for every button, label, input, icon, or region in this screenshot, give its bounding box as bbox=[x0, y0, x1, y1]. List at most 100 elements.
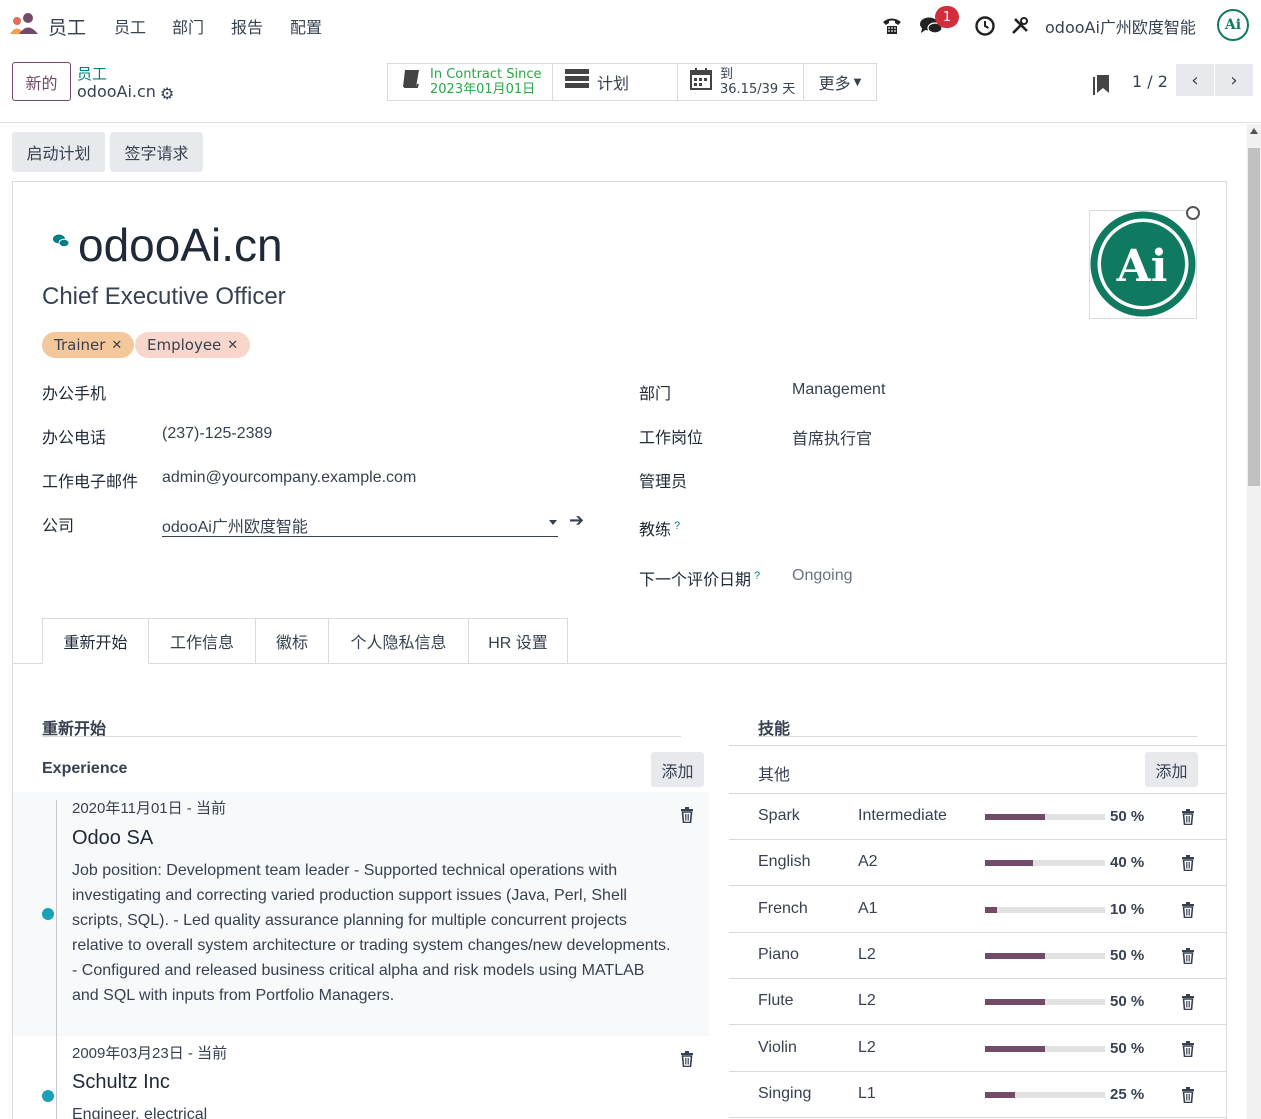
breadcrumb-parent[interactable]: 员工 bbox=[77, 63, 107, 84]
tag-trainer: Trainer ✕ bbox=[42, 332, 135, 358]
trash-icon[interactable] bbox=[1181, 994, 1195, 1010]
skill-name: Spark bbox=[758, 807, 800, 824]
caret-down-icon: ▼ bbox=[853, 76, 862, 88]
trash-icon[interactable] bbox=[1181, 855, 1195, 871]
gear-icon[interactable]: ⚙ bbox=[160, 84, 174, 103]
coach-label: 教练? bbox=[639, 519, 681, 539]
tab-badges[interactable]: 徽标 bbox=[255, 618, 329, 664]
help-icon[interactable]: ? bbox=[754, 570, 760, 582]
skill-row[interactable]: Piano L2 50 % bbox=[729, 933, 1226, 979]
company-switcher[interactable]: odooAi广州欧度智能 bbox=[1045, 14, 1196, 38]
tag-label: Employee bbox=[147, 336, 222, 354]
menu-reports[interactable]: 报告 bbox=[231, 14, 263, 38]
scrollbar-thumb[interactable] bbox=[1248, 148, 1260, 486]
work-email-value[interactable]: admin@yourcompany.example.com bbox=[162, 469, 416, 487]
company-select[interactable]: odooAi广州欧度智能 bbox=[162, 512, 558, 537]
job-position-value[interactable]: 首席执行官 bbox=[792, 425, 872, 449]
employees-app-icon[interactable] bbox=[8, 12, 40, 36]
job-title[interactable]: Chief Executive Officer bbox=[42, 283, 286, 311]
skill-progress-percent: 40 % bbox=[1110, 854, 1145, 871]
skill-row[interactable]: Violin L2 50 % bbox=[729, 1026, 1226, 1072]
skill-level: L2 bbox=[858, 946, 876, 963]
work-phone-value[interactable]: (237)-125-2389 bbox=[162, 425, 272, 443]
trash-icon[interactable] bbox=[1181, 948, 1195, 964]
skill-progress-bar bbox=[985, 907, 1105, 913]
pager-previous-button[interactable]: ‹ bbox=[1176, 64, 1214, 96]
skill-name: Piano bbox=[758, 946, 799, 963]
skill-progress-fill bbox=[985, 999, 1045, 1005]
company-label: 公司 bbox=[42, 518, 75, 535]
skill-name: English bbox=[758, 853, 811, 870]
app-name[interactable]: 员工 bbox=[48, 13, 86, 40]
calendar-icon bbox=[690, 68, 712, 96]
trash-icon[interactable] bbox=[1181, 902, 1195, 918]
skill-level: L1 bbox=[858, 1085, 876, 1102]
messages-badge: 1 bbox=[935, 6, 959, 28]
skill-row[interactable]: English A2 40 % bbox=[729, 840, 1226, 886]
launch-plan-button[interactable]: 启动计划 bbox=[12, 132, 105, 172]
contract-label: In Contract Since bbox=[430, 67, 542, 82]
skill-progress-bar bbox=[985, 999, 1105, 1005]
skill-row[interactable]: French A1 10 % bbox=[729, 887, 1226, 933]
time-off-smart-button[interactable]: 到 36.15/39 天 bbox=[677, 63, 804, 101]
add-resume-line-button[interactable]: 添加 bbox=[651, 752, 704, 787]
experience-group-title: Experience bbox=[42, 760, 128, 777]
phone-icon[interactable] bbox=[879, 13, 905, 39]
dropdown-caret-icon[interactable] bbox=[549, 520, 557, 525]
chat-icon[interactable] bbox=[52, 234, 70, 252]
tab-private-information[interactable]: 个人隐私信息 bbox=[328, 618, 469, 664]
department-value[interactable]: Management bbox=[792, 381, 885, 399]
resume-line-description: Engineer, electrical bbox=[72, 1106, 208, 1119]
skill-level: A2 bbox=[858, 853, 878, 870]
skill-progress-bar bbox=[985, 953, 1105, 959]
trash-icon[interactable] bbox=[1181, 1041, 1195, 1057]
tag-remove-icon[interactable]: ✕ bbox=[227, 338, 238, 353]
plan-smart-button[interactable]: 计划 bbox=[552, 63, 678, 101]
trash-icon[interactable] bbox=[1181, 809, 1195, 825]
activity-clock-icon[interactable] bbox=[972, 13, 998, 39]
signature-request-button[interactable]: 签字请求 bbox=[110, 132, 203, 172]
more-dropdown[interactable]: 更多 ▼ bbox=[803, 63, 877, 101]
tab-hr-settings[interactable]: HR 设置 bbox=[468, 618, 568, 664]
new-button[interactable]: 新的 bbox=[12, 62, 71, 101]
menu-departments[interactable]: 部门 bbox=[172, 14, 204, 38]
skill-progress-fill bbox=[985, 907, 997, 913]
trash-icon[interactable] bbox=[680, 1051, 694, 1067]
tab-resume[interactable]: 重新开始 bbox=[42, 618, 149, 664]
presence-status-icon bbox=[1186, 206, 1200, 220]
scroll-up-arrow[interactable] bbox=[1250, 128, 1258, 134]
contract-smart-button[interactable]: In Contract Since 2023年01月01日 bbox=[387, 63, 553, 101]
tag-remove-icon[interactable]: ✕ bbox=[111, 338, 122, 353]
manager-label: 管理员 bbox=[639, 474, 688, 491]
trash-icon[interactable] bbox=[1181, 1087, 1195, 1103]
skill-progress-percent: 50 % bbox=[1110, 947, 1145, 964]
skill-row[interactable]: Singing L1 25 % bbox=[729, 1072, 1226, 1118]
employee-name[interactable]: odooAi.cn bbox=[78, 218, 283, 272]
tab-work-information[interactable]: 工作信息 bbox=[148, 618, 256, 664]
debug-tools-icon[interactable] bbox=[1007, 13, 1033, 39]
skill-row[interactable]: Flute L2 50 % bbox=[729, 979, 1226, 1025]
next-appraisal-value[interactable]: Ongoing bbox=[792, 567, 853, 585]
help-icon[interactable]: ? bbox=[674, 520, 680, 532]
pager-value[interactable]: 1 / 2 bbox=[1132, 72, 1168, 91]
skills-divider bbox=[758, 736, 1197, 737]
work-mobile-label: 办公手机 bbox=[42, 386, 107, 403]
skill-progress-fill bbox=[985, 860, 1033, 866]
menu-configuration[interactable]: 配置 bbox=[290, 14, 322, 38]
skill-progress-bar bbox=[985, 860, 1105, 866]
skill-row[interactable]: Spark Intermediate 50 % bbox=[729, 794, 1226, 840]
resume-line-company: Schultz Inc bbox=[72, 1071, 170, 1093]
employee-photo[interactable]: Ai bbox=[1089, 210, 1197, 319]
bookmark-icon[interactable] bbox=[1093, 73, 1111, 99]
user-avatar[interactable]: Ai bbox=[1217, 9, 1249, 41]
pager-next-button[interactable]: › bbox=[1215, 64, 1253, 96]
skill-level: A1 bbox=[858, 900, 878, 917]
control-panel: 新的 员工 odooAi.cn ⚙ In Contract Since 2023… bbox=[0, 50, 1261, 123]
internal-link-arrow-icon[interactable]: ➔ bbox=[569, 510, 584, 531]
add-skill-button[interactable]: 添加 bbox=[1145, 752, 1198, 787]
trash-icon[interactable] bbox=[680, 807, 694, 823]
skill-level: L2 bbox=[858, 1039, 876, 1056]
work-phone-label: 办公电话 bbox=[42, 430, 107, 447]
menu-employees[interactable]: 员工 bbox=[114, 14, 146, 38]
skill-name: French bbox=[758, 900, 808, 917]
